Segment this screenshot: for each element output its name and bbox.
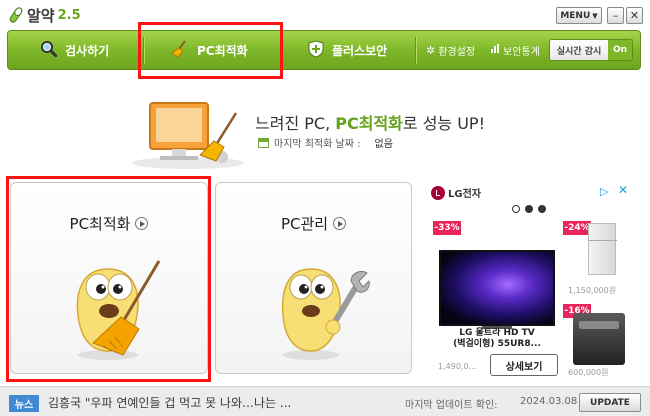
tv-product-name[interactable]: LG 울트라 HD TV (벽걸이형) 55UR8... bbox=[432, 328, 562, 350]
pc-manage-card[interactable]: PC관리 bbox=[215, 182, 412, 374]
main-nav: 검사하기 PC최적화 플러스보안 ✲ 환경설정 보안통계 실시간 감시 On bbox=[7, 30, 641, 70]
settings-link[interactable]: ✲ 환경설정 bbox=[426, 31, 475, 69]
mascot-wrench-icon bbox=[271, 251, 371, 361]
washer-price: 600,000원 bbox=[568, 368, 609, 377]
realtime-monitor-toggle[interactable]: 실시간 감시 On bbox=[549, 39, 633, 61]
nav-divider bbox=[415, 37, 416, 64]
app-version: 2.5 bbox=[57, 7, 81, 23]
detail-button[interactable]: 상세보기 bbox=[490, 354, 558, 376]
card-highlight-box bbox=[6, 176, 211, 382]
lg-logo-icon bbox=[431, 185, 445, 200]
title-bar: 알약 2.5 MENU ▼ – ✕ bbox=[0, 0, 650, 30]
washer-product-image[interactable] bbox=[573, 313, 625, 365]
pc-manage-card-label: PC관리 bbox=[280, 215, 329, 233]
hero-title-pre: 느려진 PC, bbox=[255, 114, 336, 133]
discount-badge: -24% bbox=[563, 221, 591, 235]
hero-title: 느려진 PC, PC최적화로 성능 UP! bbox=[255, 110, 485, 134]
close-icon: ✕ bbox=[629, 9, 640, 22]
app-name: 알약 bbox=[27, 6, 55, 25]
shield-plus-icon bbox=[308, 39, 324, 61]
hero-illustration bbox=[128, 95, 248, 173]
menu-button[interactable]: MENU ▼ bbox=[556, 7, 602, 24]
chevron-down-icon: ▼ bbox=[592, 11, 598, 20]
tab-scan-label: 검사하기 bbox=[65, 43, 110, 58]
update-button[interactable]: UPDATE bbox=[579, 393, 641, 412]
news-headline[interactable]: 김흥국 "우파 연예인들 겁 먹고 못 나와…나는 ... bbox=[48, 394, 291, 411]
security-stats-link[interactable]: 보안통계 bbox=[491, 31, 540, 69]
tab-plus-security-label: 플러스보안 bbox=[332, 43, 388, 58]
tab-highlight-box bbox=[138, 22, 283, 79]
play-arrow-icon bbox=[333, 217, 347, 230]
last-optimize-info: 마지막 최적화 날짜 : 없음 bbox=[258, 135, 393, 150]
ad-choices-icon[interactable]: ▷ bbox=[600, 185, 608, 198]
ad-brand-name: LG전자 bbox=[448, 189, 481, 200]
carousel-dot[interactable] bbox=[538, 205, 546, 213]
news-badge: 뉴스 bbox=[9, 395, 39, 412]
app-logo: 알약 2.5 bbox=[8, 5, 81, 25]
realtime-state: On bbox=[608, 40, 632, 60]
last-update-date: 2024.03.08 bbox=[520, 396, 578, 407]
ad-banner[interactable]: LG전자 ▷ ✕ -33% -24% -16% LG 울트라 HD TV (벽걸… bbox=[428, 181, 633, 381]
tv-product-image[interactable] bbox=[439, 250, 555, 326]
menu-label: MENU bbox=[560, 10, 591, 21]
magnifier-icon bbox=[40, 40, 58, 60]
minimize-button[interactable]: – bbox=[607, 7, 624, 24]
last-optimize-label: 마지막 최적화 날짜 : bbox=[274, 139, 361, 150]
discount-badge: -33% bbox=[433, 221, 461, 235]
close-button[interactable]: ✕ bbox=[626, 7, 643, 24]
realtime-label: 실시간 감시 bbox=[550, 40, 608, 60]
tv-price: 1,490,0... bbox=[438, 362, 477, 371]
calendar-icon bbox=[258, 137, 269, 148]
gear-icon: ✲ bbox=[426, 43, 436, 57]
bottom-bar: 뉴스 김흥국 "우파 연예인들 겁 먹고 못 나와…나는 ... 마지막 업데이… bbox=[0, 386, 650, 416]
pc-manage-card-title: PC관리 bbox=[216, 213, 411, 234]
tv-product-name-line2: (벽걸이형) 55UR8... bbox=[453, 339, 541, 349]
carousel-dots bbox=[512, 205, 546, 213]
last-optimize-value: 없음 bbox=[374, 139, 393, 150]
bar-chart-icon bbox=[491, 44, 500, 56]
tab-plus-security[interactable]: 플러스보안 bbox=[308, 31, 387, 69]
ad-brand: LG전자 bbox=[431, 185, 481, 200]
carousel-dot[interactable] bbox=[512, 205, 520, 213]
tab-scan[interactable]: 검사하기 bbox=[40, 31, 109, 69]
hero-title-post: 로 성능 UP! bbox=[402, 114, 485, 133]
ad-close-icon[interactable]: ✕ bbox=[618, 183, 628, 197]
fridge-product-image[interactable] bbox=[588, 223, 617, 275]
pill-icon bbox=[8, 6, 24, 24]
carousel-dot[interactable] bbox=[525, 205, 533, 213]
tv-product-name-line1: LG 울트라 HD TV bbox=[459, 328, 535, 338]
settings-label: 환경설정 bbox=[438, 46, 476, 58]
hero-title-accent: PC최적화 bbox=[335, 114, 403, 133]
minimize-icon: – bbox=[612, 9, 619, 22]
fridge-price: 1,150,000원 bbox=[568, 286, 617, 295]
last-update-label: 마지막 업데이트 확인: bbox=[405, 400, 498, 411]
security-stats-label: 보안통계 bbox=[503, 46, 540, 58]
